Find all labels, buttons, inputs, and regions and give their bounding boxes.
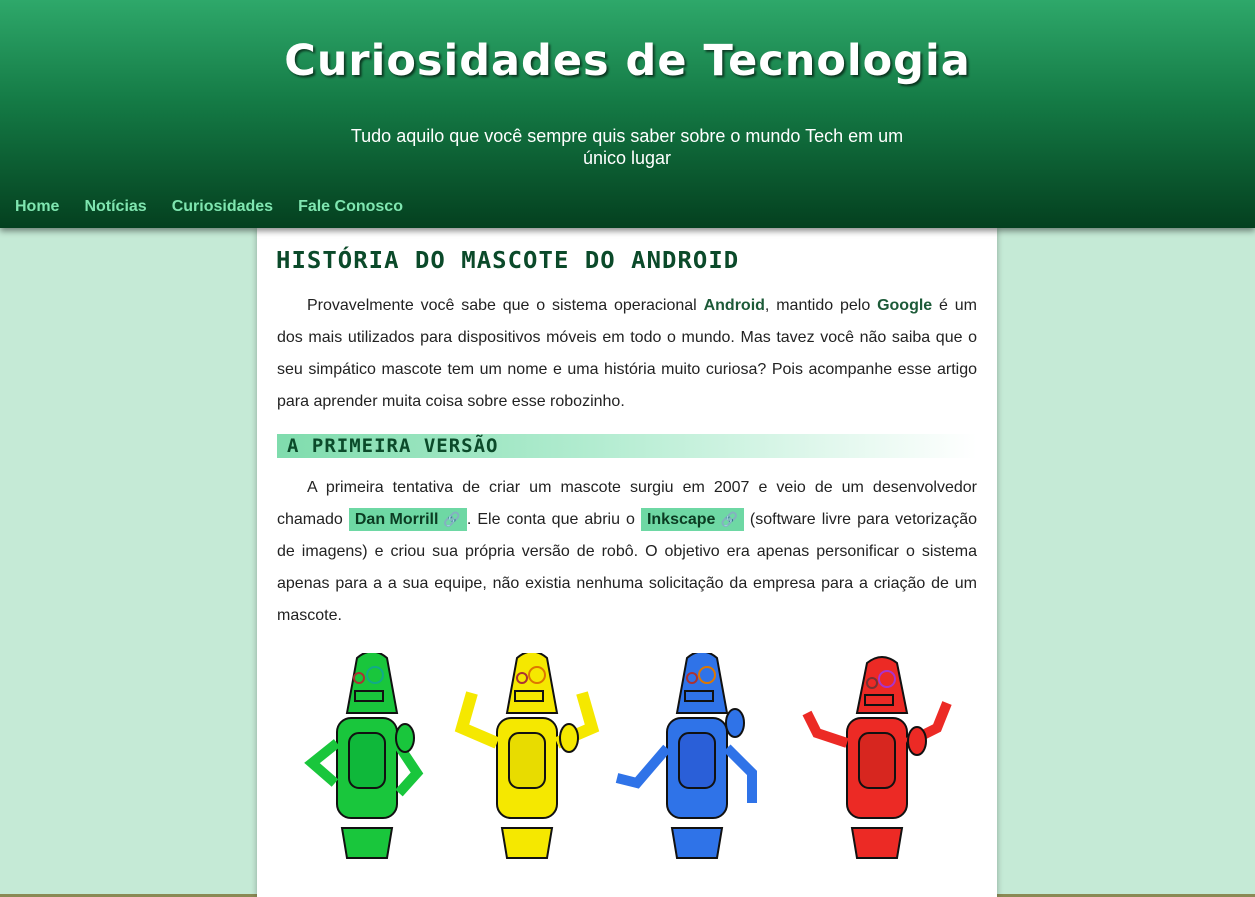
link-icon: 🔗	[720, 511, 738, 527]
section-heading: A Primeira Versão	[277, 434, 977, 458]
blue-robot	[615, 653, 757, 859]
android-highlight: Android	[703, 297, 765, 314]
main-nav: Home Notícias Curiosidades Fale Conosco	[15, 198, 403, 216]
section-paragraph: A primeira tentativa de criar um mascote…	[277, 472, 977, 632]
dan-morrill-link[interactable]: Dan Morrill 🔗	[348, 508, 467, 531]
dan-morrill-label: Dan Morrill	[354, 511, 439, 528]
nav-curiosidades[interactable]: Curiosidades	[172, 198, 273, 216]
intro-text-2: , mantido pelo	[764, 297, 878, 314]
nav-noticias[interactable]: Notícias	[84, 198, 146, 216]
section-text-2: . Ele conta que abriu o	[466, 511, 641, 528]
article-container: História do Mascote do Android Provavelm…	[257, 228, 997, 897]
site-header: Curiosidades de Tecnologia Tudo aquilo q…	[0, 0, 1255, 228]
inkscape-label: Inkscape	[646, 511, 716, 528]
green-robot	[304, 653, 424, 859]
red-robot	[802, 656, 952, 859]
yellow-robot	[454, 653, 600, 859]
intro-text-1: Provavelmente você sabe que o sistema op…	[307, 297, 704, 314]
mascots-image	[304, 653, 952, 859]
google-highlight: Google	[877, 297, 933, 314]
site-subtitle: Tudo aquilo que você sempre quis saber s…	[350, 126, 904, 168]
article-title: História do Mascote do Android	[276, 248, 740, 274]
nav-fale-conosco[interactable]: Fale Conosco	[298, 198, 403, 216]
site-title: Curiosidades de Tecnologia	[284, 36, 971, 86]
intro-paragraph: Provavelmente você sabe que o sistema op…	[277, 290, 977, 418]
inkscape-link[interactable]: Inkscape 🔗	[640, 508, 744, 531]
link-icon: 🔗	[443, 511, 461, 527]
nav-home[interactable]: Home	[15, 198, 59, 216]
